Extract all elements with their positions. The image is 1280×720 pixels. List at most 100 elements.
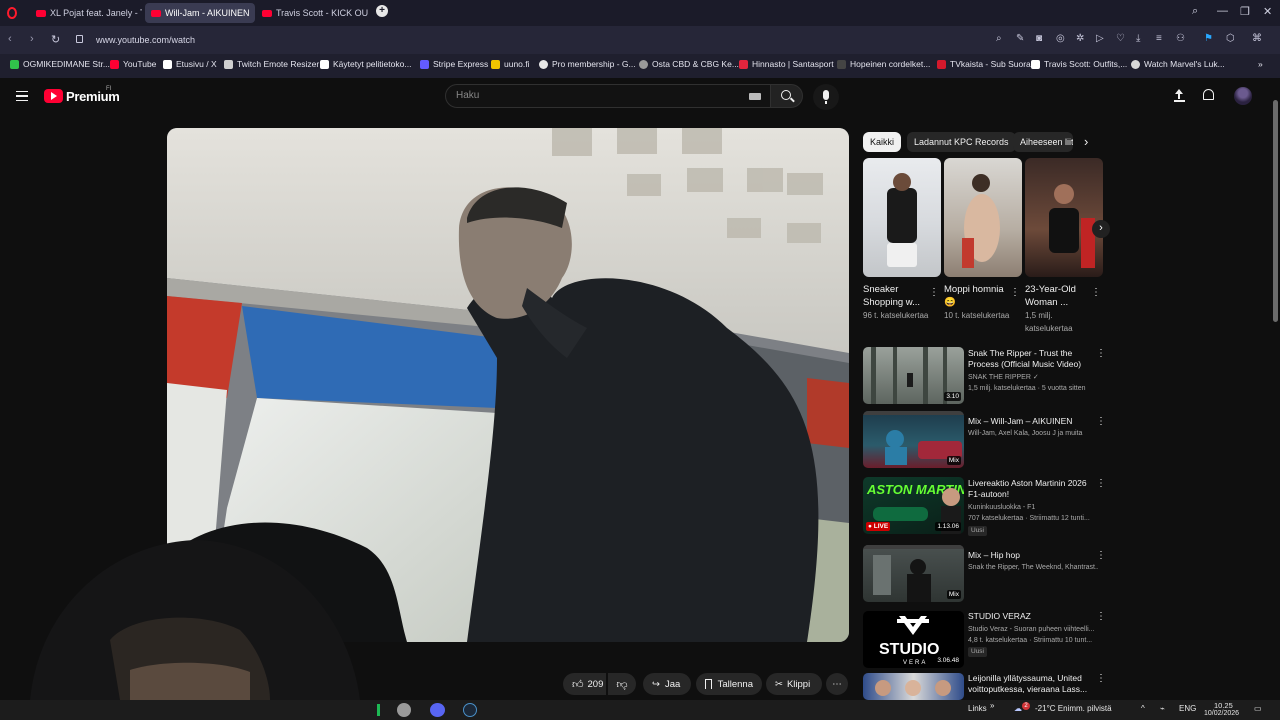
hamburger-menu-icon[interactable] (16, 91, 28, 101)
avatar[interactable] (1234, 87, 1252, 105)
weather-text[interactable]: -21°C Enimm. pilvistä (1035, 704, 1112, 713)
download-icon[interactable]: ⤓ (1136, 33, 1140, 44)
more-vertical-icon[interactable]: ⋮ (1096, 673, 1106, 684)
short-thumbnail[interactable] (944, 158, 1022, 277)
chip-all[interactable]: Kaikki (863, 132, 902, 152)
more-vertical-icon[interactable]: ⋮ (1096, 416, 1106, 427)
recommendation-thumbnail[interactable] (863, 673, 964, 700)
tab-2[interactable]: Will-Jam - AIKUINEN (145, 3, 255, 23)
keyboard-icon[interactable] (749, 93, 761, 100)
short-thumbnail[interactable] (1025, 158, 1103, 277)
recommendation-title[interactable]: Leijonilla yllätyssauma, United voittopu… (968, 673, 1093, 695)
maximize-icon[interactable]: ❐ (1240, 5, 1250, 18)
recommendation-thumbnail[interactable]: ASTON MARTIN ● LIVE 1.13.06 (863, 477, 964, 534)
heart-icon[interactable]: ♡ (1116, 33, 1125, 44)
clock-time[interactable]: 10.25 (1214, 701, 1233, 710)
bookmark-item[interactable]: uuno.fi (491, 59, 530, 69)
voice-search-button[interactable] (813, 84, 839, 110)
minimize-icon[interactable]: — (1217, 5, 1228, 17)
like-button[interactable]: 👍︎ 209 (563, 673, 606, 695)
menu-icon[interactable]: ≡ (1156, 33, 1162, 44)
more-vertical-icon[interactable]: ⋮ (1091, 287, 1101, 298)
recommendation-channel[interactable]: Snak the Ripper, The Weeknd, Khantrast..… (968, 562, 1098, 573)
bookmark-item[interactable]: Travis Scott: Outfits,... (1031, 59, 1127, 69)
scrollbar-thumb[interactable] (1273, 100, 1278, 322)
cube-icon[interactable]: ⬡ (1226, 33, 1235, 44)
shorts-next-button[interactable]: › (1092, 220, 1110, 238)
bookmark-item[interactable]: Stripe Express (420, 59, 488, 69)
notifications-bell-icon[interactable] (1203, 89, 1214, 100)
recommendation-title[interactable]: Mix – Will-Jam – AIKUINEN (968, 416, 1093, 427)
discord-icon[interactable] (430, 703, 445, 717)
recommendation-thumbnail[interactable]: Mix (863, 411, 964, 468)
notification-center-icon[interactable]: ▭ (1254, 704, 1262, 713)
more-vertical-icon[interactable]: ⋮ (1010, 287, 1020, 298)
more-actions-button[interactable]: ⋯ (826, 673, 848, 695)
youtube-premium-logo[interactable]: Premium (66, 89, 120, 104)
camera-icon[interactable]: ◙ (1036, 33, 1042, 44)
taskbar-links[interactable]: Links (968, 704, 987, 713)
recommendation-channel[interactable]: Will-Jam, Axel Kala, Joosu J ja muita (968, 428, 1098, 439)
more-vertical-icon[interactable]: ⋮ (1096, 348, 1106, 359)
chip-uploaded-by[interactable]: Ladannut KPC Records (907, 132, 1016, 152)
opera-logo-icon[interactable] (7, 7, 17, 19)
taskbar-app-icon[interactable] (397, 703, 411, 717)
bookmark-item[interactable]: Osta CBD & CBG Ke... (639, 59, 739, 69)
bookmark-item[interactable]: Pro membership - G... (539, 59, 636, 69)
short-title[interactable]: Sneaker Shopping w... (863, 283, 929, 309)
share-button[interactable]: ↪ Jaa (643, 673, 691, 695)
create-upload-icon[interactable] (1174, 89, 1185, 102)
bookmark-item[interactable]: Twitch Emote Resizer (224, 59, 319, 69)
taskbar-app-icon[interactable] (377, 704, 380, 716)
search-tabs-icon[interactable]: ⌕ (1192, 5, 1198, 18)
short-thumbnail[interactable] (863, 158, 941, 277)
tray-overflow-icon[interactable]: ^ (1141, 704, 1145, 713)
recommendation-title[interactable]: Snak The Ripper - Trust the Process (Off… (968, 348, 1093, 370)
search-button[interactable] (770, 84, 803, 108)
more-vertical-icon[interactable]: ⋮ (929, 287, 939, 298)
recommendation-title[interactable]: Mix – Hip hop (968, 550, 1093, 561)
recommendation-channel[interactable]: Kuninkuusluokka - F1 (968, 502, 1098, 513)
short-title[interactable]: 23-Year-Old Woman ... (1025, 283, 1091, 309)
clip-button[interactable]: ✂ Klippi (766, 673, 822, 695)
bookmark-item[interactable]: Hinnasto | Santasport (739, 59, 834, 69)
back-icon[interactable]: ‹ (8, 33, 12, 45)
tab-1[interactable]: XL Pojat feat. Janely - Tup (30, 3, 142, 23)
network-icon[interactable]: ⌁ (1160, 704, 1165, 713)
chip-related[interactable]: Aiheeseen liittyvät (1013, 132, 1073, 152)
more-vertical-icon[interactable]: ⋮ (1096, 550, 1106, 561)
more-bookmarks-icon[interactable]: » (1258, 59, 1263, 69)
short-title[interactable]: Moppi homnia 😄 (944, 283, 1010, 309)
dislike-button[interactable]: 👎︎ (608, 673, 636, 695)
ai-icon[interactable]: ⌘ (1252, 33, 1262, 44)
recommendation-thumbnail[interactable]: 3.10 (863, 347, 964, 404)
recommendation-thumbnail[interactable]: STUDIO VERA 3.06.48 (863, 611, 964, 668)
bookmark-item[interactable]: Etusivu / X (163, 59, 217, 69)
bookmark-item[interactable]: OGMIKEDIMANE Str... (10, 59, 110, 69)
recommendation-title[interactable]: STUDIO VERAZ (968, 611, 1093, 622)
search-input[interactable]: Haku (445, 84, 772, 108)
tab-3[interactable]: Travis Scott - KICK OUT - Y (256, 3, 368, 23)
save-button[interactable]: Tallenna (696, 673, 762, 695)
more-vertical-icon[interactable]: ⋮ (1096, 611, 1106, 622)
play-icon[interactable]: ▷ (1096, 33, 1104, 44)
search-page-icon[interactable]: ⌕ (996, 33, 1002, 44)
bookmark-item[interactable]: Käytetyt pelitietoko... (320, 59, 411, 69)
chevron-right-icon[interactable]: › (1084, 134, 1088, 149)
clock-date[interactable]: 10/02/2026 (1204, 710, 1239, 717)
bookmark-item[interactable]: Watch Marvel's Luk... (1131, 59, 1225, 69)
close-window-icon[interactable]: ✕ (1263, 5, 1272, 18)
more-vertical-icon[interactable]: ⋮ (1096, 478, 1106, 489)
recommendation-thumbnail[interactable]: Mix (863, 545, 964, 602)
recommendation-channel[interactable]: SNAK THE RIPPER ✓ (968, 372, 1098, 383)
youtube-logo-icon[interactable] (44, 89, 63, 103)
edit-icon[interactable]: ✎ (1016, 33, 1024, 44)
recommendation-title[interactable]: Livereaktio Aston Martinin 2026 F1-autoo… (968, 478, 1093, 500)
new-tab-button[interactable]: + (376, 5, 388, 17)
bookmark-item[interactable]: Hopeinen cordelket... (837, 59, 930, 69)
forward-icon[interactable]: › (30, 33, 34, 45)
vpn-icon[interactable]: ✲ (1076, 33, 1084, 44)
profile-icon[interactable]: ⚇ (1176, 33, 1185, 44)
steam-icon[interactable] (463, 703, 477, 717)
recommendation-channel[interactable]: Studio Veraz - Suoran puheen viihteelli.… (968, 624, 1098, 635)
